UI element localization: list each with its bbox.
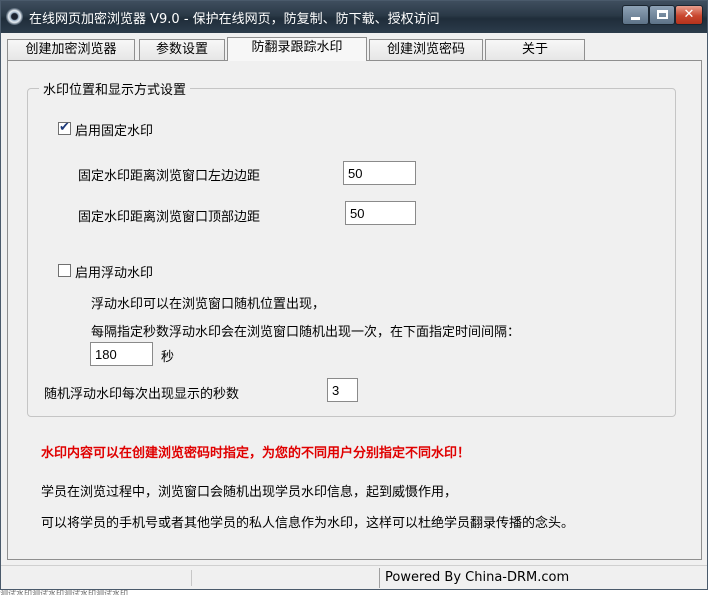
fixed-left-margin-input[interactable] (343, 161, 416, 185)
fixed-left-margin-label: 固定水印距离浏览窗口左边边距 (78, 169, 261, 184)
floating-description-1: 浮动水印可以在浏览窗口随机位置出现， (91, 297, 326, 312)
fixed-top-margin-label: 固定水印距离浏览窗口顶部边距 (78, 210, 261, 225)
info-line-1: 学员在浏览过程中，浏览窗口会随机出现学员水印信息，起到威慑作用， (41, 485, 458, 500)
window-title: 在线网页加密浏览器 V9.0 - 保护在线网页，防复制、防下载、授权访问 (29, 12, 440, 27)
eye-app-icon (6, 8, 23, 25)
interval-unit-label: 秒 (161, 350, 175, 365)
checkbox-unchecked-icon[interactable] (58, 264, 71, 277)
floating-duration-input[interactable] (327, 378, 358, 402)
app-window: 在线网页加密浏览器 V9.0 - 保护在线网页，防复制、防下载、授权访问 ✕ 创… (0, 0, 708, 590)
close-button[interactable]: ✕ (675, 5, 703, 25)
info-line-2: 可以将学员的手机号或者其他学员的私人信息作为水印，这样可以杜绝学员翻录传播的念头… (41, 516, 575, 531)
minimize-icon (631, 17, 640, 20)
powered-by-text: Powered By China-DRM.com (379, 568, 705, 588)
minimize-button[interactable] (622, 5, 649, 25)
checkbox-checked-icon[interactable] (58, 120, 71, 135)
tab-about[interactable]: 关于 (485, 39, 585, 60)
floating-description-2: 每隔指定秒数浮动水印会在浏览窗口随机出现一次，在下面指定时间间隔： (91, 325, 521, 340)
maximize-button[interactable] (649, 5, 675, 25)
maximize-icon (657, 10, 668, 19)
floating-interval-input[interactable] (90, 342, 153, 366)
floating-watermark-label: 启用浮动水印 (75, 266, 154, 281)
fixed-top-margin-input[interactable] (345, 201, 416, 225)
status-bar: Powered By China-DRM.com (1, 565, 707, 589)
tab-watermark[interactable]: 防翻录跟踪水印 (227, 37, 367, 61)
group-legend: 水印位置和显示方式设置 (39, 79, 191, 98)
tab-create-browser[interactable]: 创建加密浏览器 (7, 39, 135, 60)
close-icon: ✕ (683, 7, 695, 22)
watermark-warning-text: 水印内容可以在创建浏览密码时指定，为您的不同用户分别指定不同水印！ (41, 446, 471, 461)
fixed-watermark-label: 启用固定水印 (75, 124, 154, 139)
overflow-text-strip: 测试水印测试水印测试水印测试水印 (0, 590, 128, 595)
status-divider (191, 570, 192, 586)
floating-duration-label: 随机浮动水印每次出现显示的秒数 (44, 387, 240, 402)
title-bar[interactable]: 在线网页加密浏览器 V9.0 - 保护在线网页，防复制、防下载、授权访问 ✕ (1, 1, 707, 33)
tab-parameters[interactable]: 参数设置 (139, 39, 225, 60)
tab-create-password[interactable]: 创建浏览密码 (369, 39, 483, 60)
